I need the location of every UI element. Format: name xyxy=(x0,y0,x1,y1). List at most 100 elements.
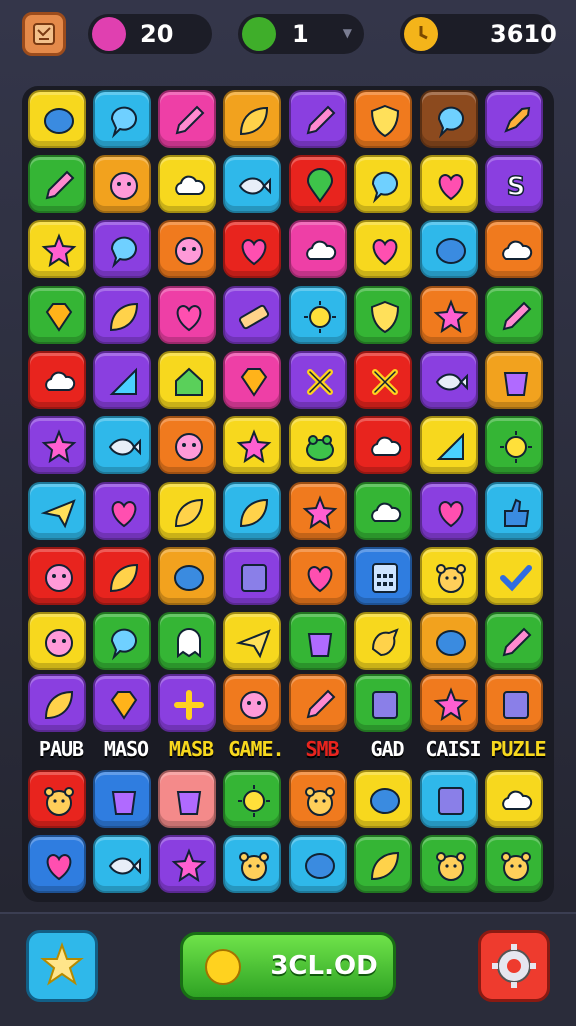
tile-star[interactable] xyxy=(420,286,478,344)
tile-plus[interactable] xyxy=(158,674,216,732)
word-label[interactable]: PUZLE xyxy=(485,734,551,764)
tile-cloud[interactable] xyxy=(28,351,86,409)
tile-blob[interactable] xyxy=(354,770,412,828)
tile-pencil[interactable] xyxy=(485,612,543,670)
tile-leaf[interactable] xyxy=(93,547,151,605)
tile-pencil[interactable] xyxy=(485,286,543,344)
tile-face[interactable] xyxy=(158,416,216,474)
tile-bubble[interactable] xyxy=(354,155,412,213)
tile-frog[interactable] xyxy=(289,416,347,474)
word-label[interactable]: MASO xyxy=(93,734,159,764)
tile-band[interactable] xyxy=(223,286,281,344)
tile-face[interactable] xyxy=(223,674,281,732)
tile-fish[interactable] xyxy=(223,155,281,213)
tile-flag[interactable] xyxy=(93,351,151,409)
tile-gem[interactable] xyxy=(93,674,151,732)
tile-box[interactable] xyxy=(420,770,478,828)
tile-cup[interactable] xyxy=(485,351,543,409)
tile-heart[interactable] xyxy=(420,482,478,540)
tile-check[interactable] xyxy=(485,547,543,605)
tile-star[interactable] xyxy=(28,416,86,474)
tile-bear[interactable] xyxy=(28,770,86,828)
tile-calc[interactable] xyxy=(354,547,412,605)
tile-bubble[interactable] xyxy=(420,90,478,148)
tile-cup[interactable] xyxy=(289,612,347,670)
tile-pencil[interactable] xyxy=(289,674,347,732)
tile-box[interactable] xyxy=(223,547,281,605)
dropdown-arrow-icon[interactable]: ▼ xyxy=(343,26,352,40)
tile-x[interactable] xyxy=(354,351,412,409)
tile-blob[interactable] xyxy=(28,90,86,148)
tile-cloud[interactable] xyxy=(354,416,412,474)
tile-cup[interactable] xyxy=(93,770,151,828)
tile-fish[interactable] xyxy=(93,835,151,893)
tile-x[interactable] xyxy=(289,351,347,409)
tile-heart[interactable] xyxy=(420,155,478,213)
tile-star[interactable] xyxy=(158,835,216,893)
tile-house[interactable] xyxy=(158,351,216,409)
tile-bubble[interactable] xyxy=(93,612,151,670)
tile-pencil[interactable] xyxy=(289,90,347,148)
tile-bubble[interactable] xyxy=(93,220,151,278)
tile-fish[interactable] xyxy=(420,351,478,409)
tile-blob[interactable] xyxy=(289,835,347,893)
tile-heart[interactable] xyxy=(354,220,412,278)
tile-cloud[interactable] xyxy=(485,220,543,278)
tile-heart[interactable] xyxy=(158,286,216,344)
word-label[interactable]: GAME. xyxy=(223,734,289,764)
tile-thumb[interactable] xyxy=(485,482,543,540)
tile-cloud[interactable] xyxy=(354,482,412,540)
tile-gem[interactable] xyxy=(28,286,86,344)
tile-pin[interactable] xyxy=(289,155,347,213)
tile-bear[interactable] xyxy=(223,835,281,893)
word-label[interactable]: GAD xyxy=(354,734,420,764)
tile-bear[interactable] xyxy=(420,835,478,893)
tile-cup[interactable] xyxy=(158,770,216,828)
tile-ghost[interactable] xyxy=(158,612,216,670)
tile-bear[interactable] xyxy=(289,770,347,828)
tile-blob[interactable] xyxy=(158,547,216,605)
hint-button[interactable] xyxy=(26,930,98,1002)
tile-star[interactable] xyxy=(223,416,281,474)
tile-heart[interactable] xyxy=(93,482,151,540)
tile-leaf[interactable] xyxy=(158,482,216,540)
tile-shield[interactable] xyxy=(354,286,412,344)
tile-leaf[interactable] xyxy=(354,835,412,893)
tile-sun[interactable] xyxy=(485,416,543,474)
tile-shield[interactable] xyxy=(354,90,412,148)
tile-bird[interactable] xyxy=(354,612,412,670)
tile-blob[interactable] xyxy=(420,612,478,670)
tile-star[interactable] xyxy=(289,482,347,540)
tile-heart[interactable] xyxy=(289,547,347,605)
tile-bubble[interactable] xyxy=(93,90,151,148)
tile-heart[interactable] xyxy=(223,220,281,278)
tile-leaf[interactable] xyxy=(223,90,281,148)
tile-s[interactable]: S xyxy=(485,155,543,213)
tile-face[interactable] xyxy=(158,220,216,278)
find-button[interactable]: 3CL.OD xyxy=(180,932,396,1000)
tile-sun[interactable] xyxy=(289,286,347,344)
settings-button[interactable] xyxy=(478,930,550,1002)
map-button[interactable] xyxy=(22,12,66,56)
tile-pencil[interactable] xyxy=(158,90,216,148)
tile-rocket[interactable] xyxy=(485,90,543,148)
tile-heart[interactable] xyxy=(28,835,86,893)
tile-blob[interactable] xyxy=(420,220,478,278)
tile-bear[interactable] xyxy=(485,835,543,893)
word-label[interactable]: MASB xyxy=(158,734,224,764)
tile-plane[interactable] xyxy=(223,612,281,670)
tile-bear[interactable] xyxy=(420,547,478,605)
tile-fish[interactable] xyxy=(93,416,151,474)
tile-box[interactable] xyxy=(354,674,412,732)
tile-cloud[interactable] xyxy=(289,220,347,278)
tile-star[interactable] xyxy=(28,220,86,278)
word-label[interactable]: PAUB xyxy=(28,734,94,764)
tile-flag[interactable] xyxy=(420,416,478,474)
tile-gem[interactable] xyxy=(223,351,281,409)
word-label[interactable]: SMB xyxy=(289,734,355,764)
tile-leaf[interactable] xyxy=(223,482,281,540)
tile-cloud[interactable] xyxy=(158,155,216,213)
tile-face[interactable] xyxy=(28,547,86,605)
tile-face[interactable] xyxy=(93,155,151,213)
tile-cloud[interactable] xyxy=(485,770,543,828)
